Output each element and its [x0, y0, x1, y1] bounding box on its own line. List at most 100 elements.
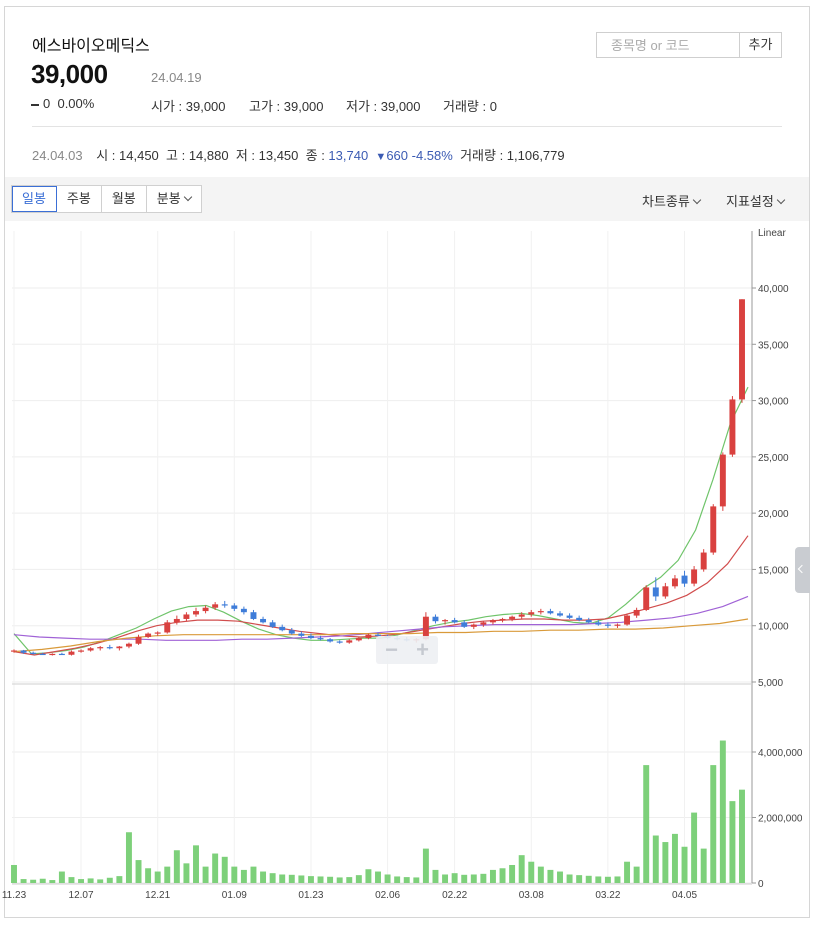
candle-body [68, 651, 75, 655]
chevron-down-icon [183, 192, 192, 202]
tab-weekly[interactable]: 주봉 [57, 186, 102, 212]
chevron-down-icon [692, 195, 702, 205]
candle-body [11, 650, 17, 652]
candle-body [260, 618, 267, 623]
candle-body [87, 648, 94, 651]
candle-body [346, 640, 353, 643]
candle-body [489, 620, 496, 623]
volume-bar [11, 864, 17, 883]
candle-body [624, 615, 631, 625]
date-label: 12.07 [69, 890, 94, 901]
volume-tick-label: 0 [758, 879, 764, 890]
candle-body [643, 587, 650, 610]
volume-bar [269, 873, 276, 883]
down-triangle-icon: ▼ [375, 151, 387, 163]
candle-body [480, 622, 487, 625]
volume-bar [212, 853, 219, 883]
volume-bar [710, 765, 717, 883]
candle-body [528, 612, 535, 615]
volume-bar [288, 874, 295, 883]
candle-body [710, 506, 717, 553]
volume-bar [375, 871, 381, 883]
candle-body [250, 612, 257, 619]
open-price: 시가 : 39,000 [151, 99, 226, 114]
volume-bar [202, 866, 209, 883]
indicator-settings-dropdown[interactable]: 지표설정 [726, 191, 786, 210]
volume-bar [87, 878, 94, 883]
volume-tick-label: 2,000,000 [758, 814, 803, 825]
volume-bar [58, 871, 65, 883]
volume-bar [125, 832, 132, 883]
stock-name[interactable]: 에스바이오메딕스 [32, 32, 150, 56]
volume-bar [624, 861, 631, 883]
candle-body [125, 643, 132, 647]
candle-body [135, 636, 142, 644]
volume-bar [422, 848, 429, 883]
volume-bar [499, 868, 506, 883]
current-price: 39,000 [31, 59, 108, 89]
candle-body [595, 622, 602, 625]
search-input[interactable] [597, 33, 740, 57]
candle-body [671, 578, 678, 587]
volume-bar [470, 874, 477, 883]
volume-bar [307, 876, 314, 883]
change-value: 0 [43, 96, 51, 111]
chart-type-label: 차트종류 [642, 194, 690, 209]
candle-body [30, 652, 37, 654]
volume-bar [461, 874, 468, 883]
candle-body [164, 622, 171, 633]
volume-bar [260, 871, 267, 883]
period-tabs: 일봉 주봉 월봉 분봉 [11, 185, 202, 213]
volume-bar [298, 875, 305, 883]
volume-bar [336, 877, 343, 883]
candle-body [231, 605, 238, 609]
volume-bar [20, 879, 27, 883]
candle-body [193, 611, 199, 615]
date-label: 02.06 [375, 890, 400, 901]
tab-monthly[interactable]: 월봉 [102, 186, 147, 212]
volume-bars [11, 740, 745, 883]
date-axis: 11.23 12.07 12.21 01.09 01.23 02.06 02.22 03.08… [2, 890, 698, 901]
prev-high: 고 : 14,880 [166, 148, 229, 163]
volume-bar [173, 850, 180, 883]
volume-bar [30, 879, 37, 883]
add-button[interactable]: 추가 [740, 33, 781, 57]
candle-body [78, 650, 85, 652]
volume-bar [537, 866, 544, 883]
candle-body [585, 620, 592, 623]
volume-bar [145, 868, 152, 883]
zoom-out-button[interactable]: − [376, 636, 407, 664]
date-label: 04.05 [672, 890, 697, 901]
volume-bar [78, 879, 85, 883]
volume-bar [193, 845, 199, 883]
volume-bar [729, 801, 736, 883]
volume-bar [604, 876, 611, 883]
side-panel-toggle[interactable] [795, 547, 810, 593]
volume-bar [403, 877, 410, 883]
volume-bar [451, 873, 458, 883]
tab-daily[interactable]: 일봉 [12, 186, 57, 212]
volume-bar [250, 866, 257, 883]
chart-type-dropdown[interactable]: 차트종류 [642, 191, 702, 210]
volume-bar [39, 878, 46, 883]
volume-bar [739, 789, 745, 883]
prev-low: 저 : 13,450 [235, 148, 299, 163]
prev-change: 660 [386, 148, 409, 163]
price-tick-label: 10,000 [758, 622, 789, 633]
zoom-in-button[interactable]: + [407, 636, 438, 664]
tab-minute-label: 분봉 [156, 191, 181, 206]
stock-chart[interactable]: 40,000 35,000 30,000 25,000 20,000 15,000 10,0… [0, 221, 819, 918]
volume-bar [528, 861, 535, 883]
volume: 거래량 : 0 [443, 99, 497, 114]
volume-bar [652, 835, 659, 883]
volume-bar [135, 860, 142, 883]
candle-body [39, 653, 46, 656]
previous-day-info: 24.04.03 시 : 14,450 고 : 14,880 저 : 13,45… [32, 145, 565, 164]
candle-body [279, 626, 286, 631]
candle-body [557, 613, 563, 616]
tab-minute[interactable]: 분봉 [147, 186, 201, 212]
candle-body [432, 616, 439, 622]
indicator-label: 지표설정 [726, 194, 774, 209]
volume-bar [279, 874, 286, 883]
candle-body [97, 647, 104, 649]
